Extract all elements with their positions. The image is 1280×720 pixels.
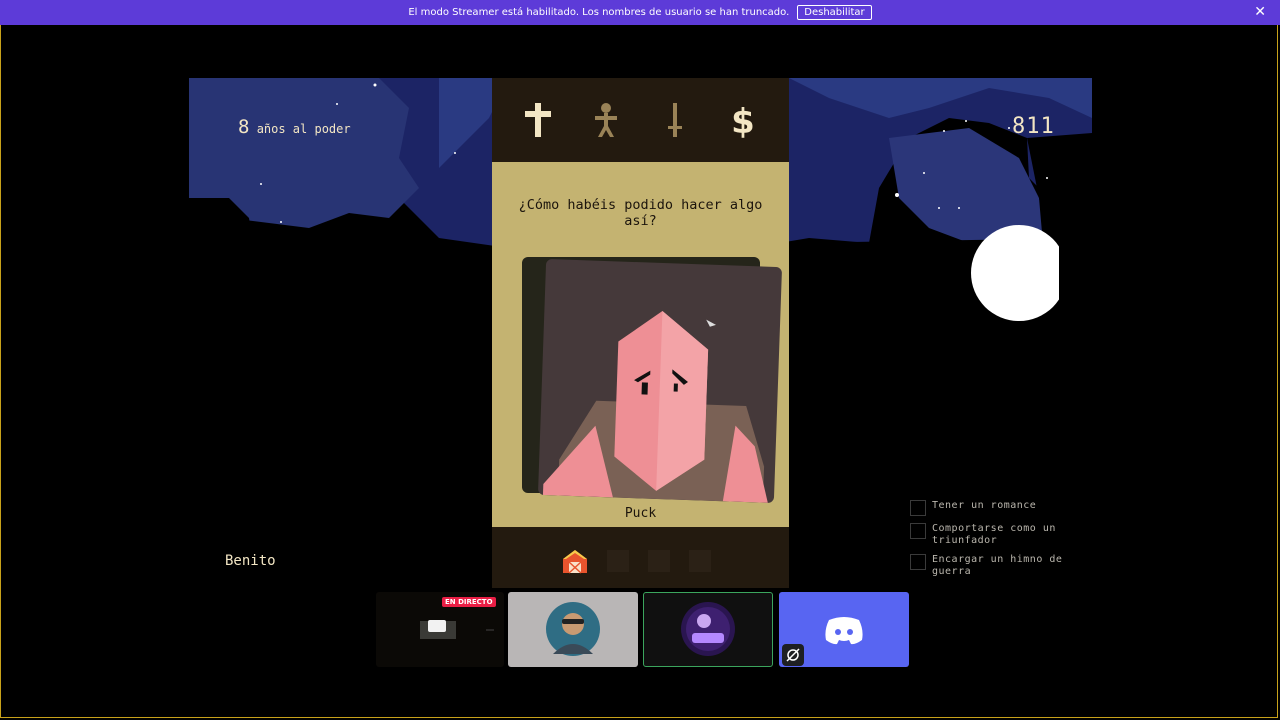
achievement-slots [562,548,711,574]
objective-item: Encargar un himno de guerra [910,554,1090,578]
objective-checkbox [910,554,926,570]
close-icon[interactable]: ✕ [1254,4,1266,20]
score-counter: 811 [1012,114,1055,139]
participant-tile[interactable] [508,592,638,667]
streamer-mode-banner: El modo Streamer está habilitado. Los no… [0,0,1280,25]
banner-message: El modo Streamer está habilitado. Los no… [408,7,790,18]
objectives-list: Tener un romance Comportarse como un tri… [910,500,1090,585]
stats-bar: $ [492,78,789,162]
person-icon [595,103,618,137]
disable-streamer-mode-button[interactable]: Deshabilitar [797,5,872,20]
character-card[interactable] [537,258,783,504]
dollar-icon: $ [731,102,755,138]
cross-icon [525,103,552,137]
hidden-video-icon[interactable] [782,644,804,666]
sword-icon [667,103,682,137]
discord-tile[interactable] [779,592,909,667]
objective-item: Comportarse como un triunfador [910,523,1090,547]
years-number: 8 [238,116,250,138]
live-badge: EN DIRECTO [442,597,496,607]
years-in-power: 8 años al poder [238,116,351,138]
objective-label: Comportarse como un triunfador [932,523,1056,546]
avatar [546,602,600,656]
objective-checkbox [910,500,926,516]
character-name: Puck [624,506,657,521]
objective-label: Encargar un himno de guerra [932,554,1063,577]
game-panel: $ ¿Cómo habéis podido hacer algo así? Pu… [492,78,789,588]
years-label: años al poder [256,122,351,136]
objective-label: Tener un romance [932,500,1037,511]
empty-slot [607,550,629,572]
empty-slot [689,550,711,572]
card-question: ¿Cómo habéis podido hacer algo así? [518,197,763,229]
svg-text:$: $ [731,102,755,138]
avatar [681,602,735,656]
participant-tile-speaking[interactable] [643,592,773,667]
barn-icon [563,550,587,574]
stream-tile[interactable]: EN DIRECTO [376,592,504,667]
empty-slot [648,550,670,572]
objective-checkbox [910,523,926,539]
objective-item: Tener un romance [910,500,1090,516]
player-name: Benito [225,553,276,569]
character-portrait [542,311,768,503]
